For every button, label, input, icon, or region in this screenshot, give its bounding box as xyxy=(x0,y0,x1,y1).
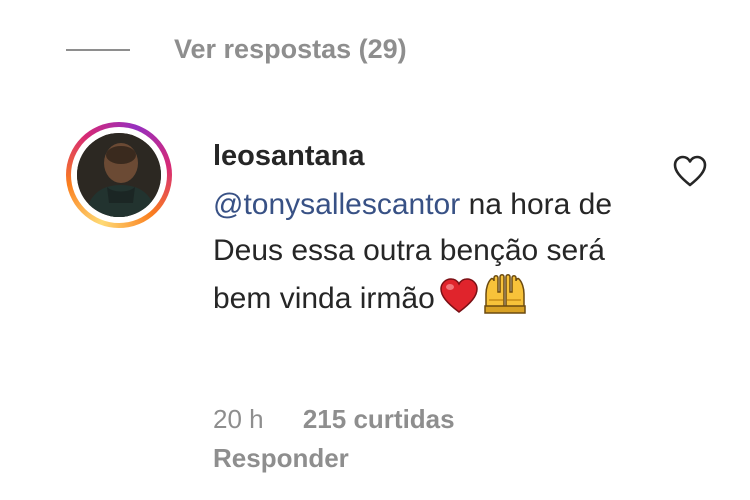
comment: leosantana @tonysallescantor na hora de … xyxy=(213,136,633,328)
replies-divider-line xyxy=(66,49,130,51)
avatar-photo xyxy=(77,133,161,217)
like-button[interactable] xyxy=(672,154,708,188)
comment-text: @tonysallescantor na hora de Deus essa o… xyxy=(213,182,633,328)
red-heart-emoji xyxy=(439,278,479,328)
avatar-story-ring[interactable] xyxy=(66,122,172,228)
comment-likes-count[interactable]: 215 curtidas xyxy=(303,404,455,435)
view-replies-row[interactable]: Ver respostas (29) xyxy=(0,24,750,74)
heart-outline-icon xyxy=(673,155,707,187)
comment-username[interactable]: leosantana xyxy=(213,136,365,176)
avatar xyxy=(77,133,161,217)
view-replies-button[interactable]: Ver respostas (29) xyxy=(174,34,407,65)
comment-timestamp[interactable]: 20 h xyxy=(213,404,264,435)
comment-mention[interactable]: @tonysallescantor xyxy=(213,188,460,221)
raising-hands-emoji xyxy=(483,274,527,328)
comment-meta: 20 h 215 curtidas xyxy=(213,404,455,435)
reply-button[interactable]: Responder xyxy=(213,443,349,474)
